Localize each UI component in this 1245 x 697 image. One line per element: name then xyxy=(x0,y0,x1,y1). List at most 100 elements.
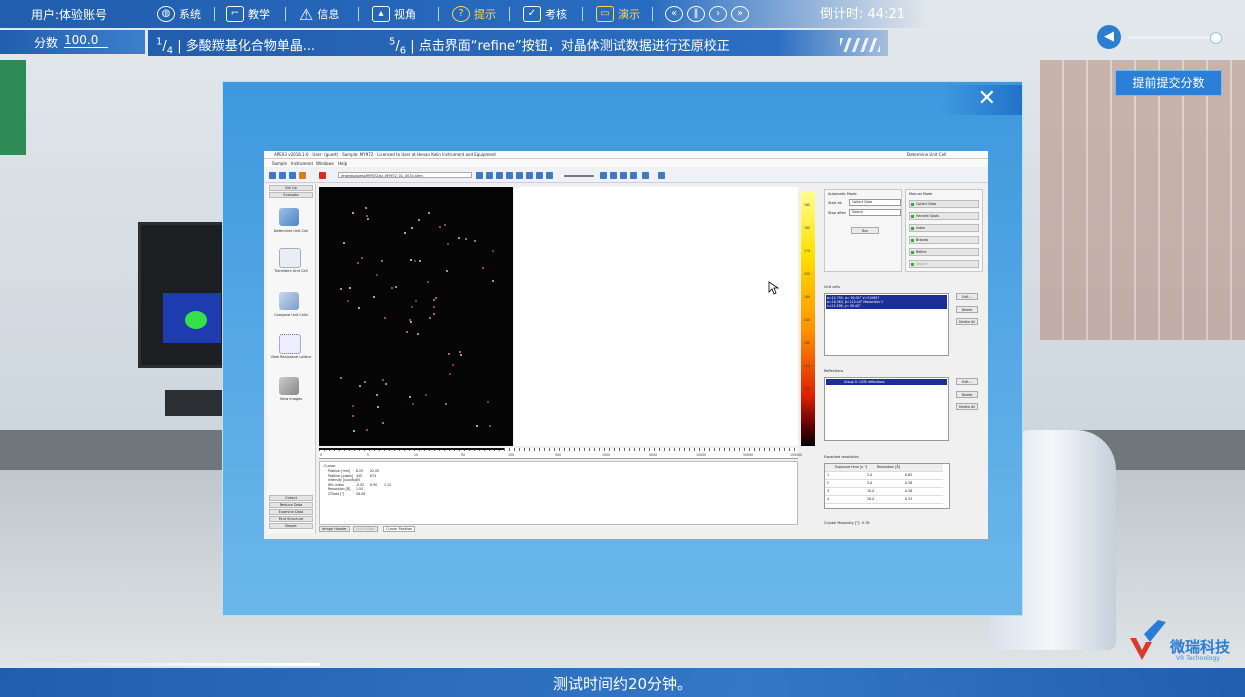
tool-icon[interactable] xyxy=(319,172,326,179)
pause-icon[interactable]: ‖ xyxy=(687,6,705,22)
stop-after-select[interactable]: Search xyxy=(849,209,901,216)
search-button[interactable]: Search xyxy=(909,260,979,268)
tool-icon[interactable] xyxy=(642,172,649,179)
table-row[interactable]: 2 5.0 0.58 xyxy=(825,480,943,488)
compare-unit-cells-icon[interactable] xyxy=(279,292,299,310)
run-button[interactable]: Run xyxy=(851,227,879,234)
sidebar-tool-label[interactable]: Compare Unit Cells xyxy=(267,313,315,317)
sidebar-examine-data[interactable]: Examine Data xyxy=(269,509,313,515)
sidebar-report[interactable]: Report xyxy=(269,523,313,529)
menu-info[interactable]: ⚠ 信息 xyxy=(299,0,339,28)
menu-view[interactable]: ▴ 视角 xyxy=(372,0,416,28)
sidebar-evaluate[interactable]: Evaluate xyxy=(269,192,313,198)
diffraction-spot xyxy=(375,393,378,396)
sidebar-find-structure[interactable]: Find Structure xyxy=(269,516,313,522)
menu-instrument[interactable]: Instrument xyxy=(291,161,313,166)
collect-data-button[interactable]: Collect Data xyxy=(909,200,979,208)
menu-sample[interactable]: Sample xyxy=(272,161,287,166)
close-icon[interactable]: ✕ xyxy=(978,86,996,111)
tool-icon[interactable] xyxy=(536,172,543,179)
tool-icon[interactable] xyxy=(496,172,503,179)
determine-unit-cell-icon[interactable] xyxy=(279,208,299,226)
unit-cell-delete-button[interactable]: Delete xyxy=(956,306,978,313)
table-cell: 10.0 xyxy=(867,489,875,493)
table-row[interactable]: 1 2.0 0.62 xyxy=(825,472,943,480)
cursor-title: Cursor xyxy=(324,464,336,468)
reflection-row[interactable]: Group 0: 1435 reflections xyxy=(826,379,947,385)
table-header: Exposure time [s⁻¹] Resolution [Å] xyxy=(825,464,943,472)
refine-button[interactable]: Refine xyxy=(909,248,979,256)
index-button[interactable]: Index xyxy=(909,224,979,232)
sidebar-tool-label[interactable]: View Reciprocal Lattice xyxy=(267,355,315,359)
colorbar-tick-label: 100 xyxy=(804,410,811,414)
colorbar-tick-label: 170 xyxy=(804,249,811,253)
tool-icon[interactable] xyxy=(600,172,607,179)
unit-cell-edit-button[interactable]: Edit... xyxy=(956,293,978,300)
tool-icon[interactable] xyxy=(269,172,276,179)
tool-icon[interactable] xyxy=(289,172,296,179)
diffraction-spot xyxy=(457,236,460,239)
sidebar-tool-label[interactable]: View Images xyxy=(267,397,315,401)
sidebar-reduce-data[interactable]: Reduce Data xyxy=(269,502,313,508)
reflection-delete-all-button[interactable]: Delete All xyxy=(956,403,978,410)
tool-icon[interactable] xyxy=(620,172,627,179)
frame-slider[interactable] xyxy=(564,175,594,177)
menu-windows[interactable]: Windows xyxy=(316,161,334,166)
tool-icon[interactable] xyxy=(476,172,483,179)
diffraction-frame[interactable] xyxy=(319,187,513,446)
harvest-spots-button[interactable]: Harvest Spots xyxy=(909,212,979,220)
view-images-icon[interactable] xyxy=(279,377,299,395)
tool-icon[interactable] xyxy=(486,172,493,179)
diffraction-spot xyxy=(460,353,463,356)
volume-slider-handle[interactable] xyxy=(1210,32,1222,44)
reciprocal-lattice-icon[interactable] xyxy=(279,334,301,354)
tab-unit-editor[interactable]: Unit Editor xyxy=(353,526,378,532)
unit-cells-list[interactable]: a=12.795, α= 90.00° V=310697 b=16.363, β… xyxy=(824,293,949,356)
apex-title: APEX3 v2018.1-0 · User: (guest) · Sample… xyxy=(274,152,496,157)
frame-path-input[interactable]: /frames/guest/MY972/sc_MY972_01_0074.sfr… xyxy=(338,172,472,178)
bravais-button[interactable]: Bravais xyxy=(909,236,979,244)
cursor-field-label: Resolution [Å] xyxy=(328,487,351,491)
menu-system[interactable]: ◍ 系统 xyxy=(157,0,201,28)
tool-icon[interactable] xyxy=(516,172,523,179)
menu-teaching[interactable]: ⌐ 教学 xyxy=(226,0,270,28)
rewind-icon[interactable]: « xyxy=(665,6,683,22)
unit-cell-delete-all-button[interactable]: Delete All xyxy=(956,318,978,325)
user-label: 用户:体验账号 xyxy=(31,8,108,22)
sidebar-setup[interactable]: Set Up xyxy=(269,185,313,191)
table-cell: 1 xyxy=(827,473,830,477)
unit-cell-row[interactable]: a=12.795, α= 90.00° V=310697 b=16.363, β… xyxy=(826,295,947,309)
menu-hint[interactable]: ? 提示 xyxy=(452,0,496,28)
tool-icon[interactable] xyxy=(526,172,533,179)
reflection-delete-button[interactable]: Delete xyxy=(956,391,978,398)
stop-after-label: Stop after: xyxy=(828,211,847,215)
sidebar-tool-label[interactable]: Transform Unit Cell xyxy=(267,269,315,273)
menu-help[interactable]: Help xyxy=(338,161,347,166)
menu-demo[interactable]: ▭ 演示 xyxy=(596,0,640,28)
tool-icon[interactable] xyxy=(546,172,553,179)
reflection-edit-button[interactable]: Edit... xyxy=(956,378,978,385)
table-row[interactable]: 4 20.0 0.53 xyxy=(825,496,943,504)
tool-icon[interactable] xyxy=(630,172,637,179)
tool-icon[interactable] xyxy=(658,172,665,179)
tool-icon[interactable] xyxy=(506,172,513,179)
reflections-list[interactable]: Group 0: 1435 reflections xyxy=(824,377,949,441)
menu-exam[interactable]: ✓ 考核 xyxy=(523,0,567,28)
tab-cursor-position[interactable]: Cursor Position xyxy=(383,526,416,532)
tool-icon[interactable] xyxy=(279,172,286,179)
tab-image-header[interactable]: Image Header xyxy=(319,526,350,532)
sidebar-collect[interactable]: Collect xyxy=(269,495,313,501)
speaker-icon[interactable]: ◀ xyxy=(1097,25,1121,49)
volume-slider[interactable] xyxy=(1128,36,1214,39)
image-canvas[interactable] xyxy=(514,187,798,446)
start-at-select[interactable]: Collect Data xyxy=(849,199,901,206)
submit-score-button[interactable]: 提前提交分数 xyxy=(1115,70,1222,96)
table-row[interactable]: 3 10.0 0.56 xyxy=(825,488,943,496)
modal-close-button[interactable]: ✕ xyxy=(942,85,1022,115)
sidebar-tool-label[interactable]: Determine Unit Cell xyxy=(267,229,315,233)
fast-forward-icon[interactable]: » xyxy=(731,6,749,22)
transform-unit-cell-icon[interactable] xyxy=(279,248,301,268)
tool-icon[interactable] xyxy=(610,172,617,179)
play-icon[interactable]: › xyxy=(709,6,727,22)
tool-icon[interactable] xyxy=(299,172,306,179)
